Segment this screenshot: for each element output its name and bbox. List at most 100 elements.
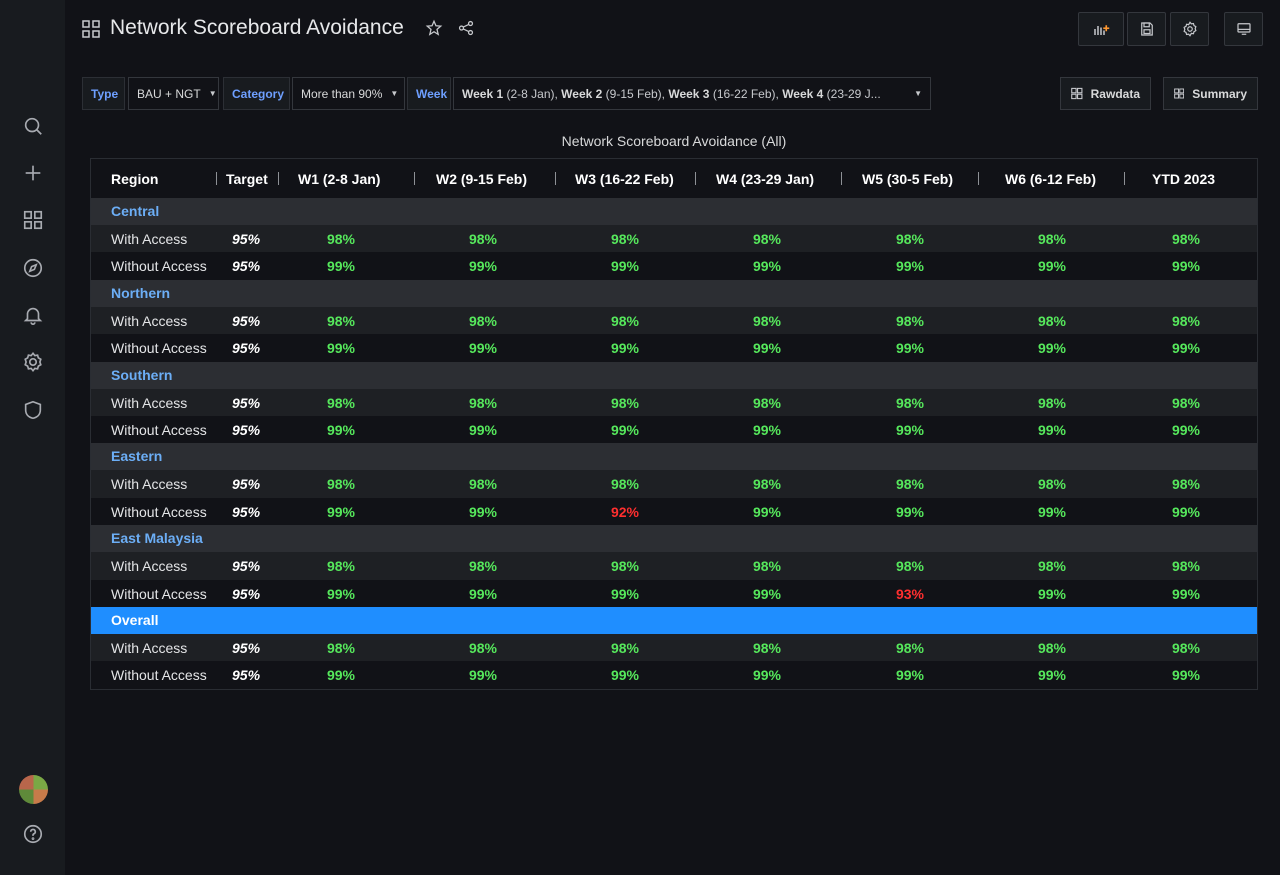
access-type-label: Without Access [111, 258, 207, 275]
summary-link-button[interactable]: Summary [1163, 77, 1258, 110]
week-value-cell: 98% [610, 231, 640, 247]
week-value-cell: 99% [610, 421, 640, 438]
settings-button[interactable] [1170, 12, 1209, 46]
week-value-cell: 98% [895, 312, 925, 329]
week-option-range: (9-15 Feb), [602, 86, 669, 101]
column-resize-handle[interactable] [278, 172, 279, 185]
target-value: 95% [232, 667, 261, 684]
week-value-cell: 99% [752, 340, 782, 357]
week-value-cell: 99% [895, 258, 925, 275]
column-resize-handle[interactable] [841, 172, 842, 185]
compass-icon[interactable] [20, 255, 46, 281]
dashboard-grid-icon [1071, 87, 1083, 100]
dashboard-grid-icon [82, 20, 100, 38]
help-icon[interactable] [20, 821, 46, 847]
column-header[interactable]: W4 (23-29 Jan) [716, 171, 814, 187]
rawdata-link-button[interactable]: Rawdata [1060, 77, 1151, 110]
week-value-cell: 98% [326, 476, 356, 493]
week-value-cell: 98% [752, 558, 782, 575]
week-value-cell: 99% [326, 258, 356, 275]
week-option-name: Week 3 [668, 86, 710, 101]
star-icon[interactable] [425, 19, 445, 39]
category-select-value: More than 90% [301, 86, 383, 101]
share-icon[interactable] [457, 19, 477, 39]
avatar[interactable] [19, 775, 48, 804]
column-header[interactable]: Region [111, 171, 158, 187]
week-value-cell: 98% [326, 639, 356, 656]
type-select-value: BAU + NGT [137, 86, 201, 101]
region-name: East Malaysia [111, 530, 203, 547]
target-value: 95% [232, 585, 261, 602]
access-type-label: With Access [111, 394, 188, 411]
week-value-cell: 98% [610, 312, 640, 329]
sidebar [0, 0, 65, 875]
week-value-cell: 98% [1037, 231, 1067, 247]
week-value-cell: 98% [895, 639, 925, 656]
column-resize-handle[interactable] [978, 172, 979, 185]
summary-label: Summary [1192, 86, 1247, 101]
column-header[interactable]: Target [226, 171, 268, 187]
search-icon[interactable] [20, 113, 46, 139]
tv-mode-button[interactable] [1224, 12, 1263, 46]
week-value-cell: 99% [326, 585, 356, 602]
table-row: Without Access 95% 99% 99% 99% 99% 99% 99% 99% [91, 661, 1257, 689]
week-value-cell: 99% [326, 503, 356, 520]
access-type-label: With Access [111, 231, 188, 247]
week-value-cell: 98% [468, 476, 498, 493]
add-panel-button[interactable] [1078, 12, 1124, 46]
column-header[interactable]: W2 (9-15 Feb) [436, 171, 527, 187]
column-header[interactable]: YTD 2023 [1152, 171, 1215, 187]
column-resize-handle[interactable] [695, 172, 696, 185]
region-header-row: Southern [91, 361, 1257, 389]
week-value-cell: 98% [752, 394, 782, 411]
week-option-range: (23-29 J... [823, 86, 881, 101]
week-value-cell: 99% [1171, 667, 1201, 684]
week-value-cell: 99% [468, 667, 498, 684]
column-resize-handle[interactable] [1124, 172, 1125, 185]
access-type-label: With Access [111, 312, 188, 329]
week-value-cell: 98% [895, 394, 925, 411]
week-value-cell: 98% [895, 476, 925, 493]
bell-icon[interactable] [20, 302, 46, 328]
week-value-cell: 98% [1037, 558, 1067, 575]
shield-icon[interactable] [20, 397, 46, 423]
column-header[interactable]: W1 (2-8 Jan) [298, 171, 380, 187]
access-type-label: With Access [111, 639, 188, 656]
region-header-row: East Malaysia [91, 525, 1257, 553]
week-value-cell: 99% [752, 421, 782, 438]
column-header[interactable]: W6 (6-12 Feb) [1005, 171, 1096, 187]
week-select-value: Week 1 (2-8 Jan), Week 2 (9-15 Feb), Wee… [462, 87, 881, 101]
page-title: Network Scoreboard Avoidance [110, 16, 404, 39]
week-value-cell: 98% [1171, 476, 1201, 493]
week-option-range: (2-8 Jan), [503, 86, 562, 101]
week-select[interactable]: Week 1 (2-8 Jan), Week 2 (9-15 Feb), Wee… [453, 77, 931, 110]
region-name: Overall [111, 611, 159, 628]
target-value: 95% [232, 639, 261, 656]
week-value-cell: 99% [468, 503, 498, 520]
chevron-down-icon: ▼ [914, 89, 922, 98]
column-resize-handle[interactable] [414, 172, 415, 185]
week-value-cell: 99% [752, 503, 782, 520]
dashboards-icon[interactable] [20, 207, 46, 233]
chevron-down-icon: ▼ [390, 89, 399, 98]
plus-icon[interactable] [20, 160, 46, 186]
week-value-cell: 99% [895, 421, 925, 438]
gear-icon[interactable] [20, 349, 46, 375]
week-value-cell: 98% [1037, 394, 1067, 411]
week-value-cell: 98% [326, 394, 356, 411]
type-select[interactable]: BAU + NGT ▼ [128, 77, 219, 110]
column-header[interactable]: W5 (30-5 Feb) [862, 171, 953, 187]
week-value-cell: 98% [895, 231, 925, 247]
category-select[interactable]: More than 90% ▼ [292, 77, 405, 110]
column-header[interactable]: W3 (16-22 Feb) [575, 171, 674, 187]
week-value-cell: 98% [326, 312, 356, 329]
target-value: 95% [232, 421, 261, 438]
column-resize-handle[interactable] [216, 172, 217, 185]
region-name: Central [111, 203, 160, 219]
week-value-cell: 98% [468, 231, 498, 247]
week-value-cell: 98% [1171, 312, 1201, 329]
week-value-cell: 98% [610, 476, 640, 493]
column-resize-handle[interactable] [555, 172, 556, 185]
save-button[interactable] [1127, 12, 1166, 46]
region-name: Northern [111, 284, 171, 301]
